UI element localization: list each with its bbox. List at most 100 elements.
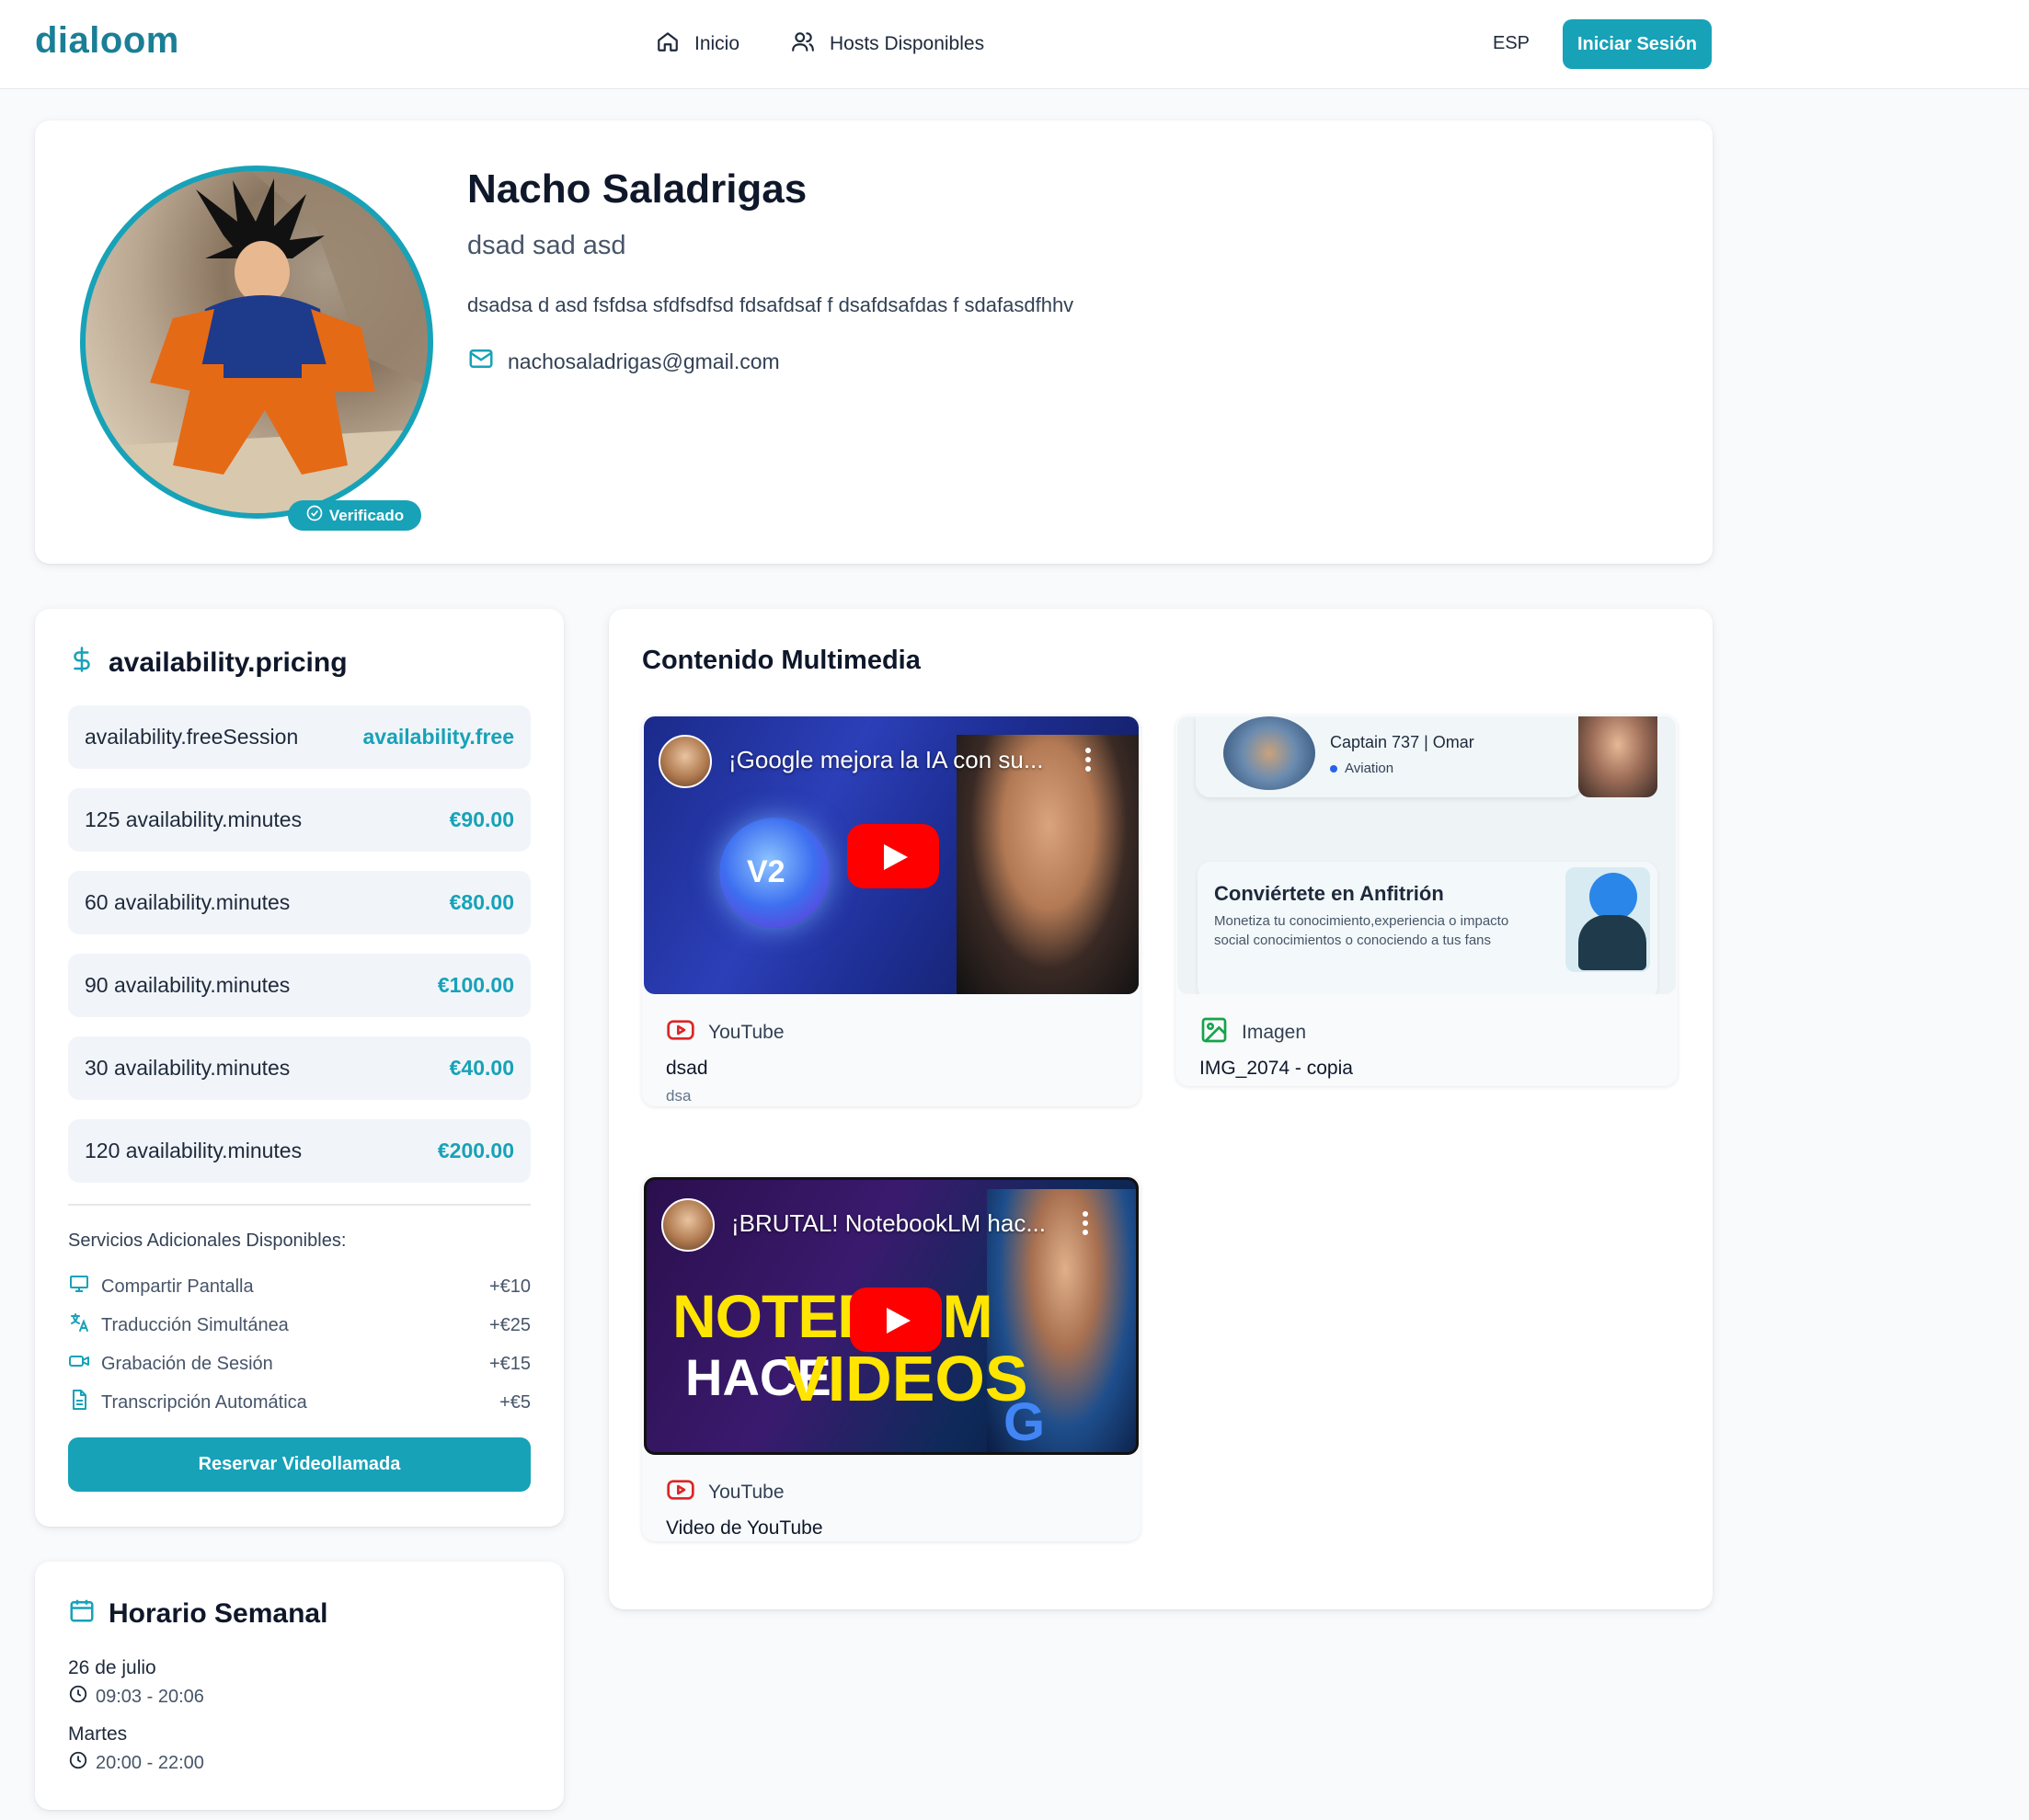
image-man-avatar <box>1578 716 1657 797</box>
dollar-icon <box>68 646 96 681</box>
document-icon <box>68 1389 90 1416</box>
schedule-title-text: Horario Semanal <box>109 1598 328 1629</box>
users-icon <box>791 29 815 59</box>
translate-icon <box>68 1311 90 1339</box>
video-camera-icon <box>68 1350 90 1378</box>
nav-link-hosts[interactable]: Hosts Disponibles <box>791 29 984 59</box>
price-row[interactable]: 120 availability.minutes €200.00 <box>68 1119 531 1183</box>
price-label: 120 availability.minutes <box>85 1139 303 1162</box>
mail-icon <box>467 345 495 378</box>
host-figure-icon <box>1565 867 1650 972</box>
profile-name: Nacho Saladrigas <box>467 166 808 212</box>
media-item-title: Video de YouTube <box>666 1517 823 1539</box>
play-icon[interactable] <box>847 824 939 888</box>
price-label: 60 availability.minutes <box>85 890 291 914</box>
image-top-card: Captain 737 | Omar Aviation <box>1196 716 1582 797</box>
price-value: €80.00 <box>449 890 514 914</box>
price-value: €100.00 <box>437 973 514 997</box>
image-host-title: Conviértete en Anfitrión <box>1214 882 1444 905</box>
media-source: Imagen <box>1199 1015 1306 1050</box>
schedule-time-text: 09:03 - 20:06 <box>96 1686 204 1707</box>
video-thumbnail[interactable]: NOTEBO M HACE VIDEOS G ¡BRUTAL! Notebook… <box>644 1177 1139 1455</box>
check-circle-icon <box>305 504 324 527</box>
video-title-overlay: ¡Google mejora la IA con su... <box>728 746 1044 773</box>
schedule-time: 09:03 - 20:06 <box>68 1684 204 1710</box>
youtube-icon <box>666 1475 695 1510</box>
pricing-title: availability.pricing <box>68 646 348 681</box>
reserve-videocall-button[interactable]: Reservar Videollamada <box>68 1437 531 1492</box>
media-source-label: YouTube <box>708 1482 785 1503</box>
thumbnail-text: VIDEOS <box>785 1343 1028 1414</box>
nav-link-label: Inicio <box>694 33 740 54</box>
service-row: Grabación de Sesión +€15 <box>68 1350 531 1378</box>
profile-subtitle: dsad sad asd <box>467 231 626 260</box>
profile-card: Verificado Nacho Saladrigas dsad sad asd… <box>35 120 1713 564</box>
login-button[interactable]: Iniciar Sesión <box>1563 19 1712 69</box>
verified-badge: Verificado <box>288 500 421 531</box>
media-item-youtube[interactable]: NOTEBO M HACE VIDEOS G ¡BRUTAL! Notebook… <box>642 1175 1141 1541</box>
price-row[interactable]: 125 availability.minutes €90.00 <box>68 788 531 852</box>
media-source-label: Imagen <box>1242 1022 1307 1043</box>
price-row[interactable]: 60 availability.minutes €80.00 <box>68 871 531 934</box>
price-value: €40.00 <box>449 1056 514 1080</box>
service-row: Transcripción Automática +€5 <box>68 1389 531 1416</box>
more-options-icon[interactable] <box>1083 1211 1090 1237</box>
service-label: Grabación de Sesión <box>101 1353 273 1374</box>
nav-link-inicio[interactable]: Inicio <box>656 29 739 59</box>
media-item-title: dsad <box>666 1058 708 1079</box>
monitor-icon <box>68 1273 90 1300</box>
price-row[interactable]: 90 availability.minutes €100.00 <box>68 954 531 1017</box>
media-item-image[interactable]: Captain 737 | Omar Aviation Conviértete … <box>1175 715 1678 1086</box>
media-source: YouTube <box>666 1475 785 1510</box>
media-item-description: dsa <box>666 1087 692 1105</box>
thumbnail-text: V2 <box>747 854 785 889</box>
clock-icon <box>68 1684 88 1710</box>
schedule-title: Horario Semanal <box>68 1597 327 1631</box>
price-label: 90 availability.minutes <box>85 973 291 997</box>
schedule-day: Martes <box>68 1723 128 1745</box>
image-tag: Aviation <box>1330 761 1393 776</box>
media-source-label: YouTube <box>708 1022 785 1043</box>
service-price: +€10 <box>488 1276 531 1297</box>
media-item-youtube[interactable]: V2 ¡Google mejora la IA con su... YouTub… <box>642 715 1141 1106</box>
service-row: Compartir Pantalla +€10 <box>68 1273 531 1300</box>
image-pilot-avatar <box>1223 716 1315 790</box>
video-title-overlay: ¡BRUTAL! NotebookLM hac... <box>731 1209 1046 1237</box>
pricing-card: availability.pricing availability.freeSe… <box>35 609 564 1527</box>
service-label: Transcripción Automática <box>101 1391 307 1413</box>
service-label: Traducción Simultánea <box>101 1314 289 1335</box>
home-icon <box>656 29 680 59</box>
email-text: nachosaladrigas@gmail.com <box>508 349 780 373</box>
schedule-day: 26 de julio <box>68 1657 156 1678</box>
top-navbar: dialoom Inicio Hosts Disponibles ESP Ini… <box>0 0 2029 89</box>
image-icon <box>1199 1015 1229 1050</box>
price-row[interactable]: availability.freeSession availability.fr… <box>68 705 531 769</box>
services-title: Servicios Adicionales Disponibles: <box>68 1231 347 1251</box>
media-card: Contenido Multimedia V2 ¡Google mejora l… <box>609 609 1713 1609</box>
profile-email[interactable]: nachosaladrigas@gmail.com <box>467 345 780 378</box>
media-item-title: IMG_2074 - copia <box>1199 1058 1353 1079</box>
dialoom-logo[interactable]: dialoom <box>35 20 179 62</box>
image-host-desc: Monetiza tu conocimiento,experiencia o i… <box>1214 913 1509 948</box>
price-row[interactable]: 30 availability.minutes €40.00 <box>68 1036 531 1100</box>
schedule-card: Horario Semanal 26 de julio 09:03 - 20:0… <box>35 1562 564 1810</box>
nav-link-label: Hosts Disponibles <box>830 33 985 54</box>
language-selector[interactable]: ESP <box>1493 33 1530 54</box>
video-thumbnail[interactable]: V2 ¡Google mejora la IA con su... <box>644 716 1139 994</box>
media-title: Contenido Multimedia <box>642 646 921 675</box>
schedule-time: 20:00 - 22:00 <box>68 1750 204 1776</box>
divider <box>68 1204 531 1206</box>
more-options-icon[interactable] <box>1085 748 1093 773</box>
verified-label: Verificado <box>328 506 405 524</box>
service-price: +€5 <box>499 1391 531 1413</box>
price-value: €200.00 <box>437 1139 514 1162</box>
youtube-icon <box>666 1015 695 1050</box>
price-value: availability.free <box>362 725 515 749</box>
play-icon[interactable] <box>850 1288 942 1352</box>
channel-avatar <box>659 735 712 788</box>
avatar <box>80 166 433 519</box>
image-caption: Captain 737 | Omar <box>1330 733 1474 751</box>
image-thumbnail[interactable]: Captain 737 | Omar Aviation Conviértete … <box>1177 716 1676 994</box>
price-label: 125 availability.minutes <box>85 807 303 831</box>
price-label: 30 availability.minutes <box>85 1056 291 1080</box>
